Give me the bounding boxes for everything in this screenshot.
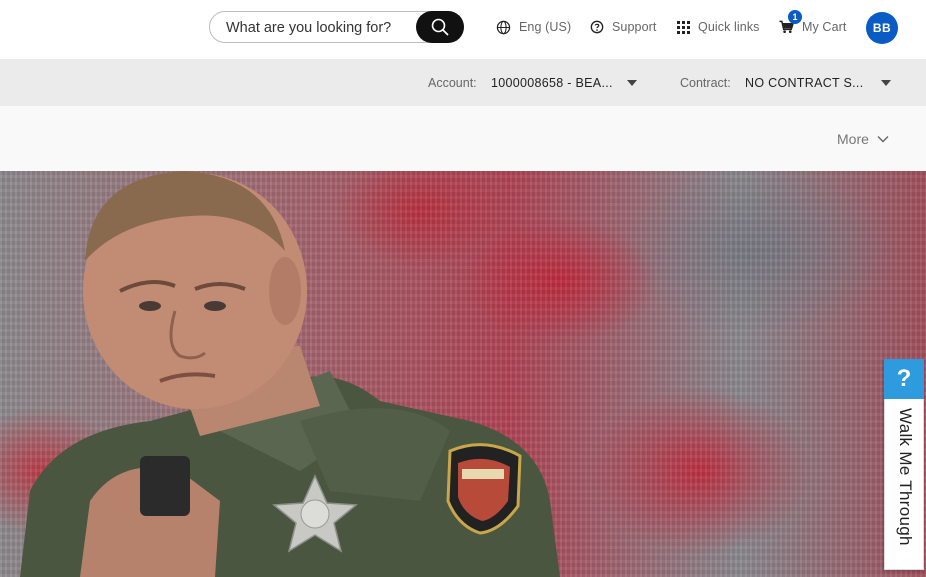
quick-links-menu[interactable]: Quick links [677,19,760,35]
search-button[interactable] [416,11,464,43]
hero-banner-image [0,171,926,577]
search-icon [431,18,449,36]
globe-icon [496,20,511,34]
language-label: Eng (US) [519,20,572,34]
grid-icon [677,20,690,34]
main-nav: More [0,106,926,171]
account-dropdown-icon[interactable] [627,80,637,86]
quick-links-label: Quick links [698,20,760,34]
account-bar: Account: 1000008658 - BEA... Contract: N… [0,59,926,106]
cart-count-badge: 1 [788,10,802,24]
more-label: More [837,131,869,147]
contract-dropdown-icon[interactable] [881,80,891,86]
support-label: Support [612,20,657,34]
help-circle-icon [590,20,604,34]
user-avatar[interactable]: BB [866,12,898,44]
support-link[interactable]: Support [590,19,656,35]
search-box [209,11,464,43]
walk-me-through-widget[interactable]: ? Walk Me Through [884,359,924,570]
more-menu[interactable]: More [837,131,889,147]
walk-me-through-label: Walk Me Through [896,408,915,546]
sheriff-officer-photo [20,171,560,577]
contract-selector[interactable]: NO CONTRACT S... [745,76,863,90]
cart-label: My Cart [802,20,847,34]
top-header: Eng (US) Support Quick links 1 My Cart B… [0,0,926,59]
language-selector[interactable]: Eng (US) [496,19,571,35]
search-input[interactable] [226,17,412,39]
account-selector[interactable]: 1000008658 - BEA... [491,76,613,90]
help-question-icon[interactable]: ? [884,359,924,399]
cart-link[interactable]: 1 My Cart [779,10,847,35]
chevron-down-icon [877,136,889,143]
account-label: Account: [428,76,477,90]
contract-label: Contract: [680,76,731,90]
